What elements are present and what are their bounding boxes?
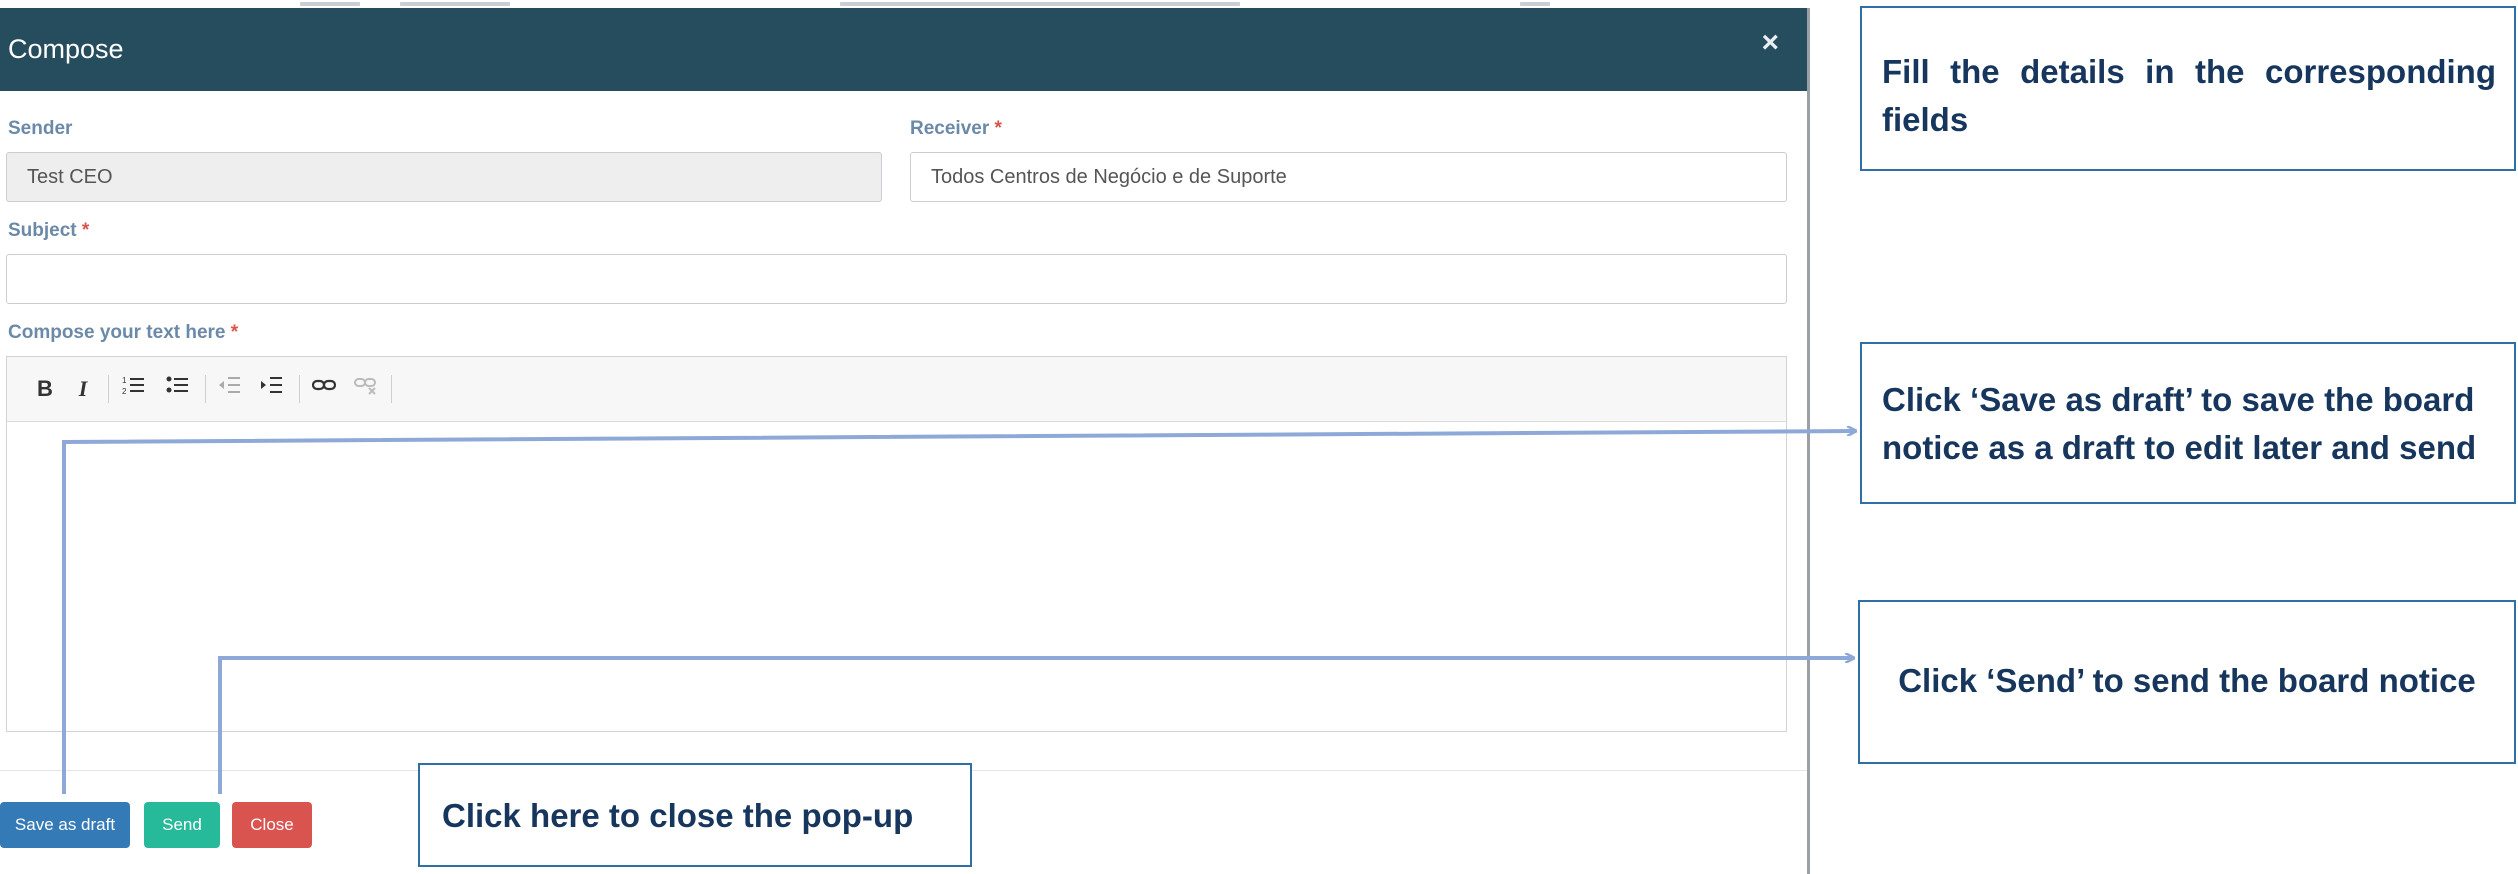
- callout-close: Click here to close the pop-up: [418, 763, 972, 867]
- callout-send: Click ‘Send’ to send the board notice: [1858, 600, 2516, 764]
- callout-save-draft: Click ‘Save as draft’ to save the board …: [1860, 342, 2516, 504]
- callout-fill-details: Fill the details in the corresponding fi…: [1860, 6, 2516, 171]
- save-draft-arrow: [62, 431, 1855, 794]
